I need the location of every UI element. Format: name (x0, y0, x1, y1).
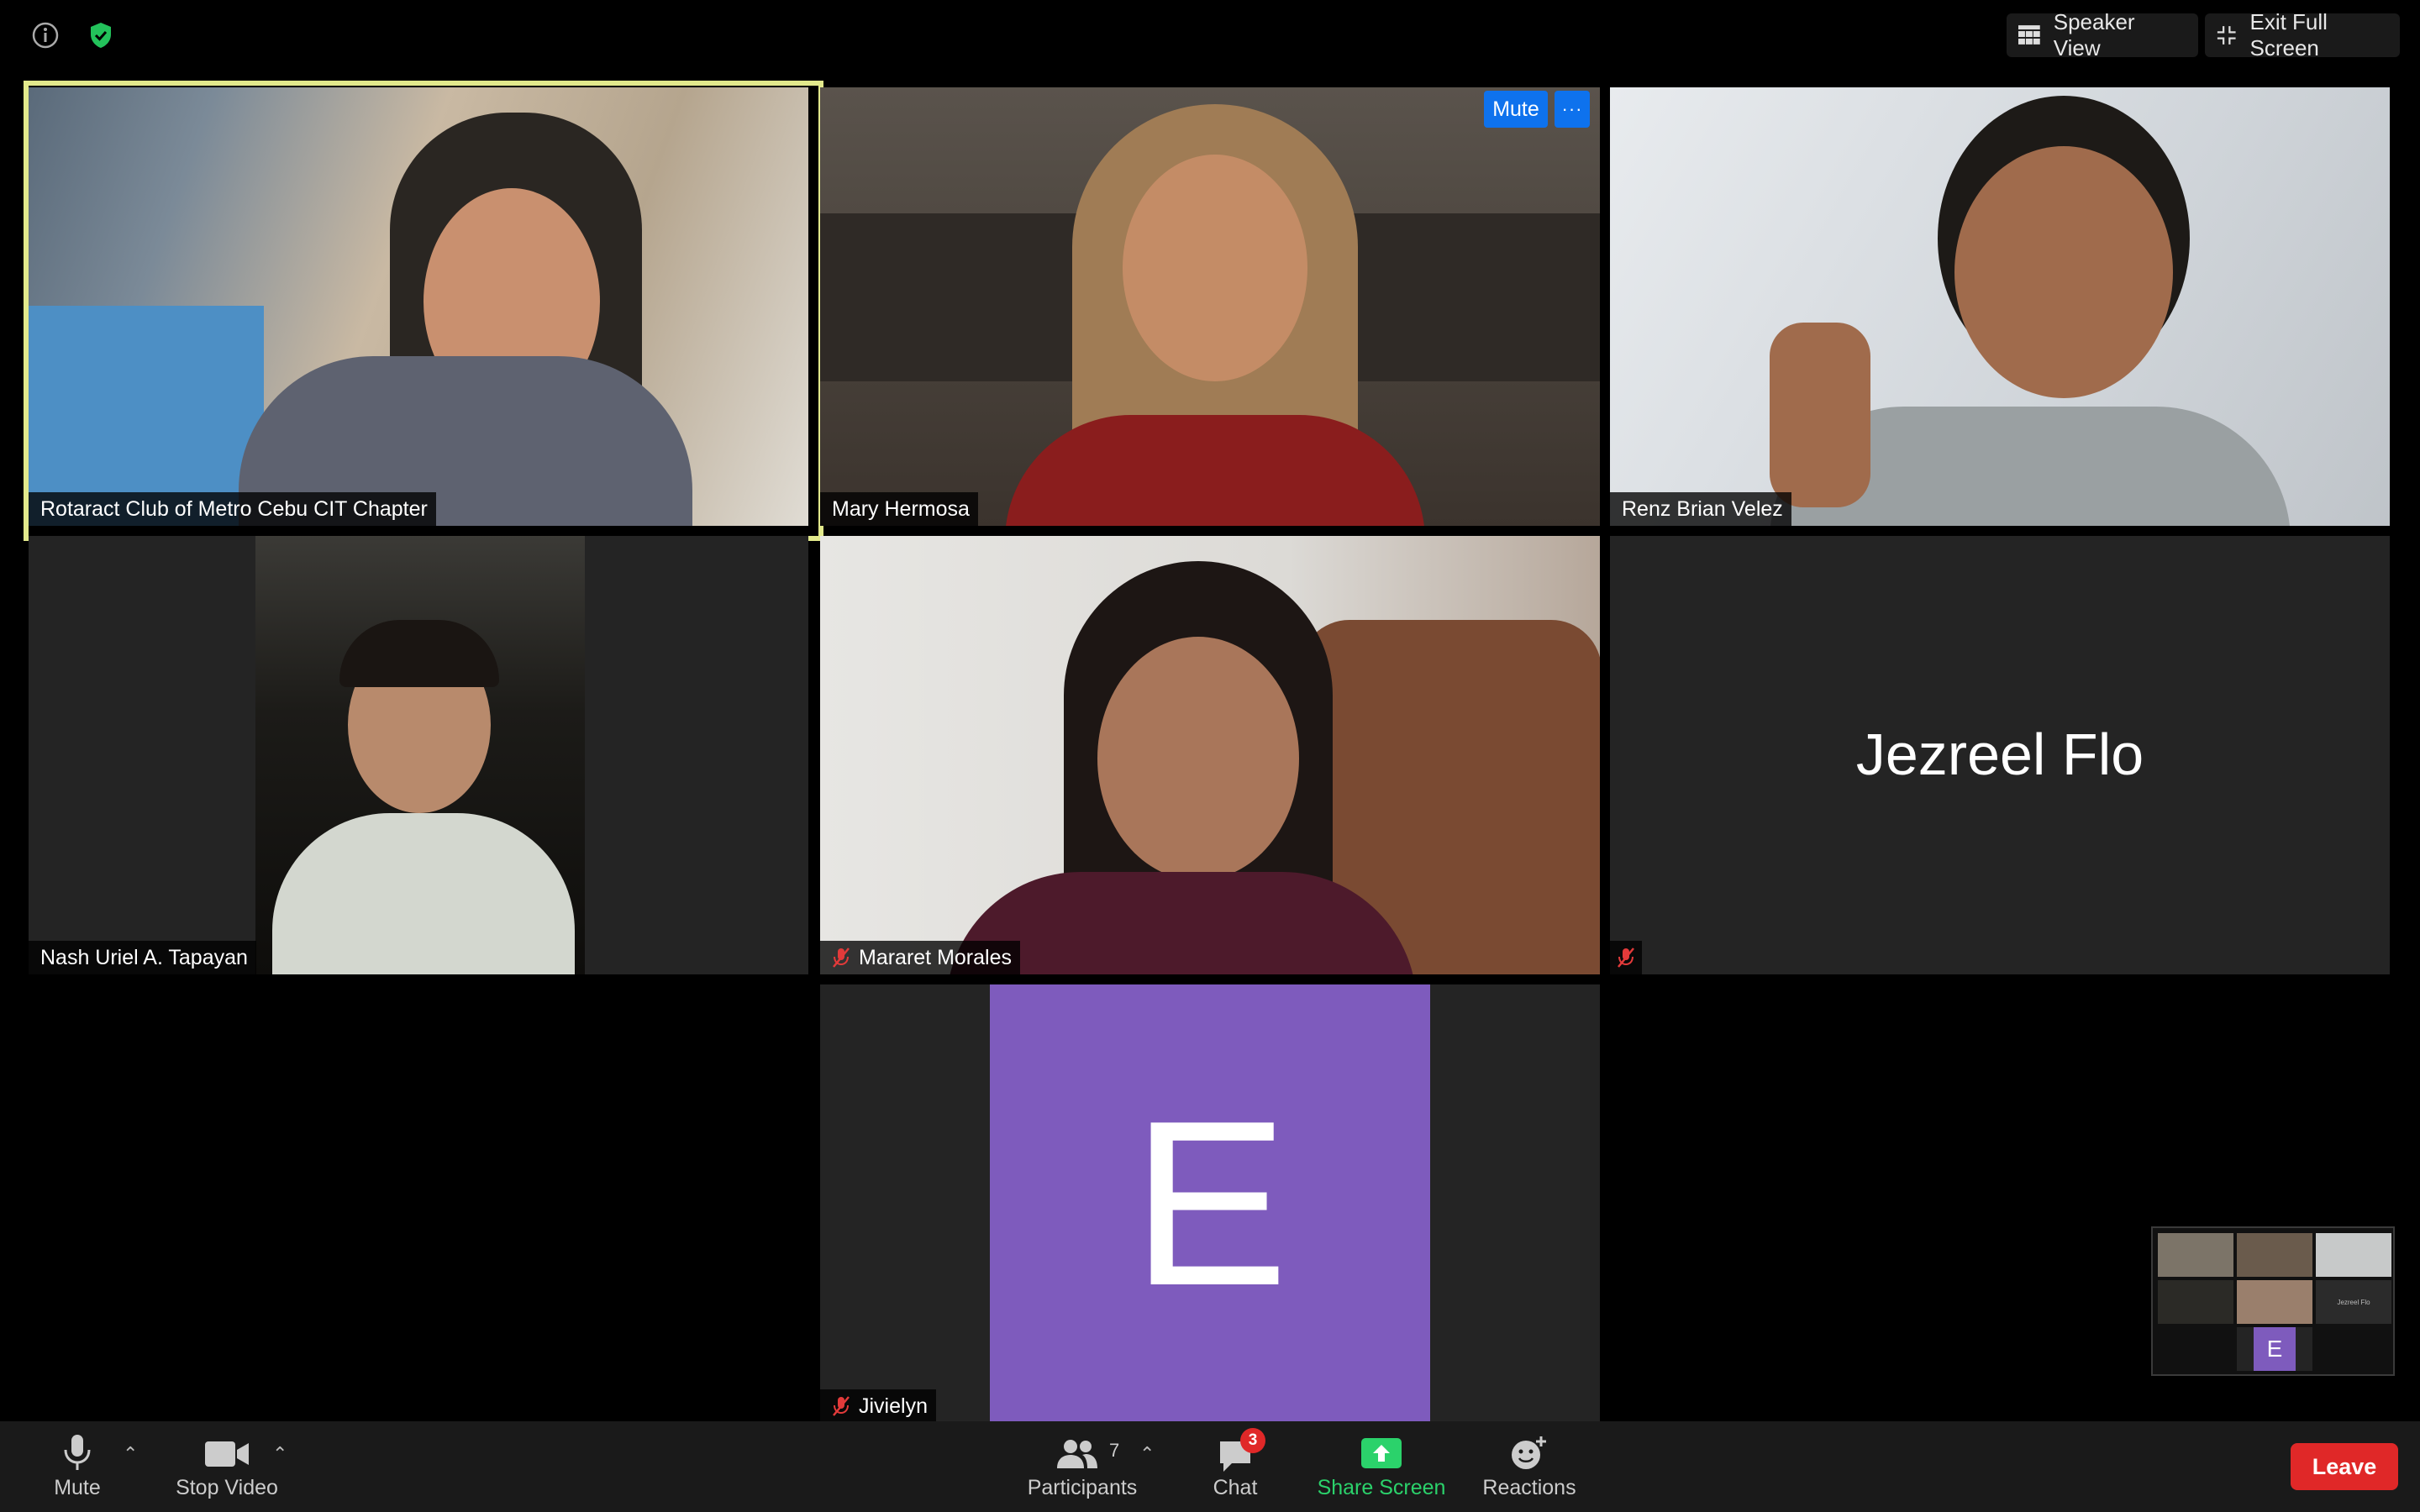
microphone-icon (64, 1435, 91, 1470)
stop-video-label: Stop Video (176, 1476, 278, 1499)
participants-icon (1057, 1440, 1097, 1468)
video-tile-renz-brian-velez[interactable]: Renz Brian Velez (1610, 87, 2390, 526)
participants-options-chevron-icon[interactable]: ⌃ (1139, 1443, 1155, 1465)
share-screen-button[interactable]: Share Screen (1314, 1421, 1449, 1512)
video-tile-mararet-morales[interactable]: Mararet Morales (820, 536, 1600, 974)
reactions-label: Reactions (1482, 1476, 1576, 1499)
participant-video (820, 536, 1600, 974)
video-options-chevron-icon[interactable]: ⌃ (272, 1443, 287, 1465)
thumbnail-avatar-letter: E (2266, 1336, 2283, 1362)
share-screen-label: Share Screen (1317, 1476, 1446, 1499)
participants-label: Participants (1027, 1476, 1138, 1499)
participant-video (29, 87, 808, 526)
participant-name: Mararet Morales (859, 945, 1012, 969)
mic-muted-icon (833, 948, 850, 968)
participant-name-tag: Jivielyn (820, 1389, 936, 1423)
mic-muted-icon (833, 1396, 850, 1416)
video-tile-nash-uriel[interactable]: Nash Uriel A. Tapayan (29, 536, 808, 974)
speaker-view-button[interactable]: Speaker View (2007, 9, 2198, 60)
participant-name-tag (1610, 941, 1642, 974)
tile-mute-label: Mute (1492, 97, 1539, 121)
exit-fullscreen-label: Exit Full Screen (2249, 9, 2328, 60)
participant-name: Renz Brian Velez (1622, 496, 1783, 521)
thumbnail-name: Jezreel Flo (2337, 1298, 2370, 1306)
participants-count: 7 (1109, 1440, 1120, 1461)
chat-badge-count: 3 (1248, 1431, 1258, 1449)
mute-button[interactable]: Mute (42, 1421, 113, 1512)
participant-video (820, 87, 1600, 526)
participant-name: Jivielyn (859, 1394, 928, 1418)
chat-unread-badge: 3 (1240, 1428, 1265, 1453)
tile-more-options-button[interactable]: ··· (1555, 91, 1590, 128)
meeting-toolbar: Mute ⌃ Stop Video ⌃ 7 Participants ⌃ 3 C… (0, 1421, 2420, 1512)
participant-name-tag: Renz Brian Velez (1610, 492, 1791, 526)
stop-video-button[interactable]: Stop Video (168, 1421, 286, 1512)
gallery-thumbnail-preview[interactable]: Jezreel Flo E (2151, 1226, 2395, 1376)
more-icon: ··· (1561, 98, 1583, 119)
video-camera-icon (205, 1441, 249, 1467)
participant-name-tag: Mararet Morales (820, 941, 1020, 974)
info-icon[interactable] (27, 17, 64, 54)
participant-video (1610, 87, 2390, 526)
leave-meeting-button[interactable]: Leave (2291, 1443, 2398, 1490)
participant-name-tag: Mary Hermosa (820, 492, 978, 526)
video-tile-mary-hermosa[interactable]: Mary Hermosa (820, 87, 1600, 526)
avatar: E (990, 984, 1430, 1423)
exit-fullscreen-button[interactable]: Exit Full Screen (2205, 9, 2400, 60)
participant-name: Rotaract Club of Metro Cebu CIT Chapter (40, 496, 428, 521)
shield-check-icon[interactable] (82, 17, 119, 54)
participants-button[interactable]: 7 Participants (1020, 1421, 1144, 1512)
chat-label: Chat (1213, 1476, 1258, 1499)
video-tile-jivielyn[interactable]: E Jivielyn (820, 984, 1600, 1423)
leave-label: Leave (2312, 1453, 2377, 1479)
participant-video (255, 536, 585, 974)
participant-name: Nash Uriel A. Tapayan (40, 945, 248, 969)
video-tile-rotaract[interactable]: Rotaract Club of Metro Cebu CIT Chapter (29, 87, 808, 526)
share-screen-icon (1361, 1438, 1402, 1468)
grid-icon (2018, 25, 2040, 45)
audio-options-chevron-icon[interactable]: ⌃ (123, 1443, 138, 1465)
avatar-letter: E (1131, 1072, 1289, 1335)
exit-fullscreen-icon (2217, 26, 2236, 45)
participant-name: Mary Hermosa (832, 496, 970, 521)
mic-muted-icon (1618, 948, 1634, 968)
mute-label: Mute (54, 1476, 101, 1499)
reactions-button[interactable]: Reactions (1476, 1421, 1583, 1512)
speaker-view-label: Speaker View (2053, 9, 2135, 60)
video-tile-jezreel-flo[interactable]: Jezreel Flo (1610, 536, 2390, 974)
participant-name-large: Jezreel Flo (1855, 722, 2144, 787)
chat-button[interactable]: 3 Chat (1202, 1421, 1269, 1512)
participant-name-tag: Rotaract Club of Metro Cebu CIT Chapter (29, 492, 436, 526)
tile-mute-button[interactable]: Mute (1484, 91, 1548, 128)
smiley-plus-icon (1512, 1436, 1546, 1469)
participant-name-tag: Nash Uriel A. Tapayan (29, 941, 256, 974)
